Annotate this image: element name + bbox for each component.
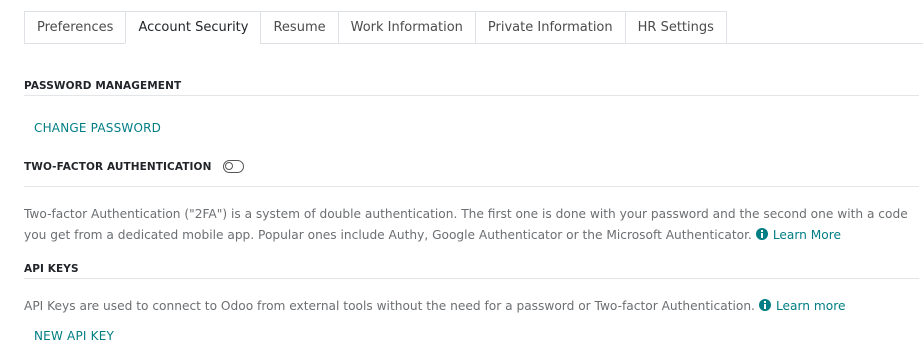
tab-resume[interactable]: Resume xyxy=(260,11,338,44)
change-password-button[interactable]: CHANGE PASSWORD xyxy=(34,121,161,135)
two-factor-heading: TWO-FACTOR AUTHENTICATION xyxy=(24,160,212,173)
section-divider xyxy=(24,278,919,279)
new-api-key-button[interactable]: NEW API KEY xyxy=(34,329,114,343)
tab-bar: Preferences Account Security Resume Work… xyxy=(24,11,727,44)
two-factor-heading-row: TWO-FACTOR AUTHENTICATION xyxy=(24,160,245,173)
two-factor-description-block: Two-factor Authentication ("2FA") is a s… xyxy=(24,204,914,246)
tab-private-information[interactable]: Private Information xyxy=(474,11,625,44)
api-keys-description-block: API Keys are used to connect to Odoo fro… xyxy=(24,296,914,317)
api-keys-heading: API KEYS xyxy=(24,263,79,275)
tab-work-information[interactable]: Work Information xyxy=(337,11,475,44)
section-divider xyxy=(24,186,919,187)
password-management-heading: PASSWORD MANAGEMENT xyxy=(24,80,182,92)
toggle-off-icon[interactable] xyxy=(223,160,245,173)
tab-account-security[interactable]: Account Security xyxy=(125,11,261,44)
info-circle-icon xyxy=(755,228,768,240)
tab-hr-settings[interactable]: HR Settings xyxy=(624,11,727,44)
two-factor-learn-more-link[interactable]: Learn More xyxy=(773,228,841,242)
tab-preferences[interactable]: Preferences xyxy=(24,11,126,44)
section-divider xyxy=(24,95,919,96)
api-keys-description: API Keys are used to connect to Odoo fro… xyxy=(24,299,755,313)
api-keys-learn-more-link[interactable]: Learn more xyxy=(776,299,846,313)
info-circle-icon xyxy=(758,299,771,311)
toggle-knob xyxy=(225,162,234,170)
